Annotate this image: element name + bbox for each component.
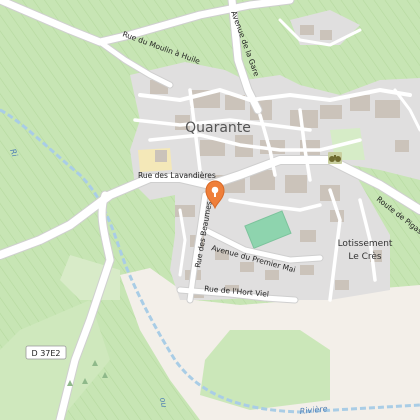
route-shield: D 37E2 (25, 345, 67, 360)
route-shield-label: D 37E2 (31, 349, 60, 358)
town-name-label: Quarante (185, 120, 251, 136)
map-canvas[interactable]: Quarante Rue du Moulin à Huile Avenue de… (0, 0, 420, 420)
place-label-lotissement: Lotissement (338, 239, 393, 249)
map-view[interactable]: Quarante Rue du Moulin à Huile Avenue de… (0, 0, 420, 420)
road-label-lavandieres: Rue des Lavandières (138, 171, 216, 180)
place-label-le-cres: Le Crès (348, 251, 382, 262)
binoculars-icon[interactable] (328, 152, 342, 164)
river-label-partial-bottom: ou (158, 397, 169, 408)
